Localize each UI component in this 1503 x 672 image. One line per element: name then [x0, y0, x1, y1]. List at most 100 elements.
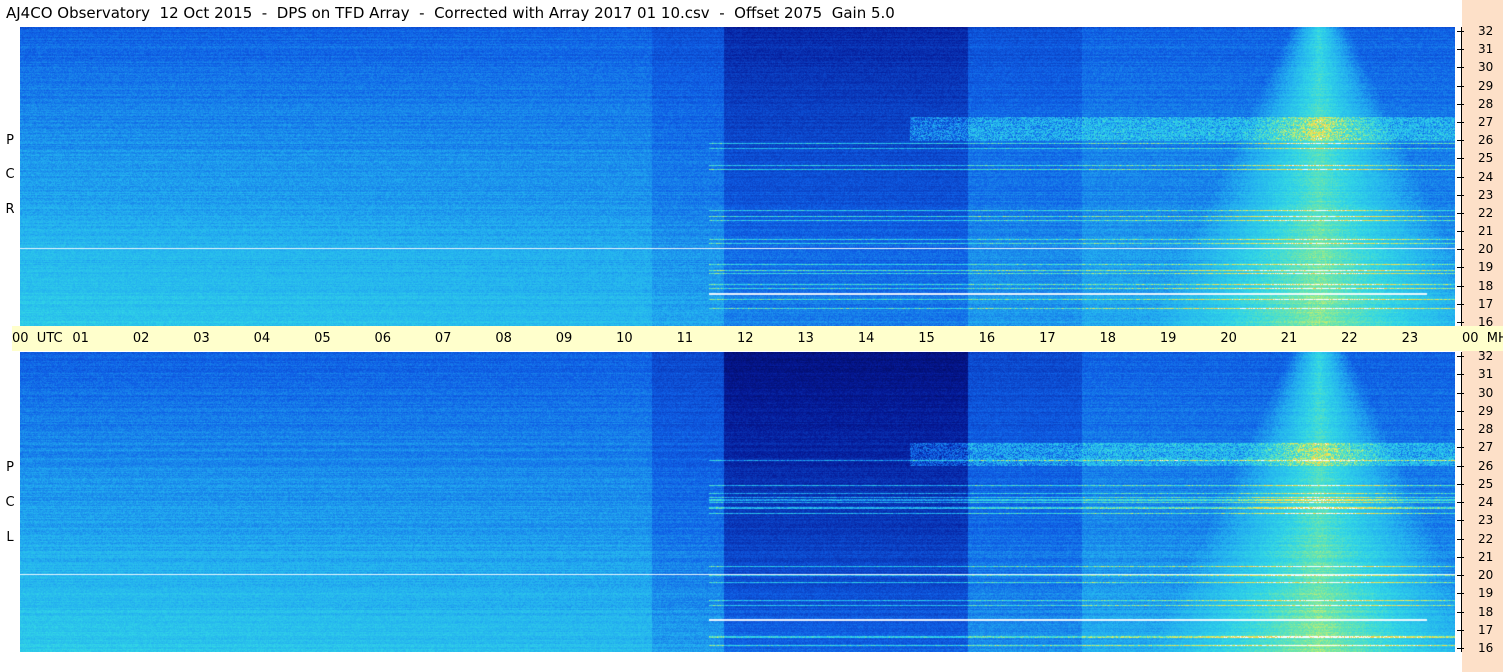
time-tick-label: 01 — [72, 331, 89, 346]
rcp-spectrogram — [20, 27, 1455, 326]
rcp-freq-tick — [1457, 267, 1464, 268]
time-tick-label: 12 — [737, 331, 754, 346]
lcp-freq-tick — [1457, 447, 1464, 448]
rcp-freq-tick — [1457, 177, 1464, 178]
time-tick-label: 06 — [374, 331, 392, 346]
time-tick-label: 23 — [1401, 331, 1419, 346]
lcp-freq-tick — [1457, 575, 1464, 576]
lcp-freq-label: 19 — [1478, 586, 1494, 600]
lcp-freq-tick — [1457, 648, 1464, 649]
lcp-freq-tick — [1457, 520, 1464, 521]
rcp-freq-tick — [1457, 67, 1464, 68]
rcp-freq-tick — [1457, 286, 1464, 287]
time-tick-label: 19 — [1159, 331, 1177, 346]
time-tick-label: 13 — [797, 331, 814, 346]
time-tick-label: 17 — [1039, 331, 1056, 346]
time-tick-label: 21 — [1280, 331, 1298, 346]
lcp-freq-label: 24 — [1478, 495, 1494, 509]
time-axis: 00 UTC 01 02 03 04 05 06 07 08 09 10 11 12 13 14 15 16 17… — [12, 326, 1503, 351]
lcp-freq-label: 18 — [1478, 605, 1494, 619]
lcp-freq-label: 21 — [1478, 550, 1494, 564]
time-tick-label: 07 — [434, 331, 452, 346]
lcp-letter-3: P — [6, 460, 14, 475]
rcp-freq-tick — [1457, 104, 1464, 105]
rcp-freq-label: 31 — [1478, 42, 1494, 56]
rcp-freq-label: 16 — [1478, 315, 1494, 329]
lcp-freq-label: 23 — [1478, 513, 1494, 527]
rcp-freq-label: 19 — [1478, 260, 1494, 274]
rcp-freq-label: 21 — [1478, 224, 1494, 238]
rcp-freq-label: 24 — [1478, 170, 1494, 184]
time-tick-label: 05 — [314, 331, 331, 346]
rcp-freq-label: 32 — [1478, 24, 1494, 38]
time-tick-label: 15 — [918, 331, 935, 346]
rcp-freq-label: 18 — [1478, 279, 1494, 293]
rcp-freq-tick — [1457, 304, 1464, 305]
lcp-freq-label: 30 — [1478, 386, 1494, 400]
time-tick-label: 09 — [555, 331, 573, 346]
lcp-freq-tick — [1457, 630, 1464, 631]
lcp-freq-label: 27 — [1478, 440, 1494, 454]
time-tick-label: 04 — [253, 331, 271, 346]
rcp-freq-label: 30 — [1478, 60, 1494, 74]
lcp-freq-tick — [1457, 356, 1464, 357]
rcp-freq-label: 28 — [1478, 97, 1494, 111]
chart-title: AJ4CO Observatory 12 Oct 2015 - DPS on T… — [0, 0, 1462, 26]
lcp-letter-2: C — [5, 495, 15, 510]
rcp-label: R C P — [0, 27, 20, 326]
time-tick-label: 18 — [1099, 331, 1117, 346]
rcp-freq-label: 29 — [1478, 79, 1494, 93]
lcp-freq-label: 17 — [1478, 623, 1494, 637]
rcp-freq-label: 20 — [1478, 242, 1494, 256]
lcp-freq-tick — [1457, 557, 1464, 558]
rcp-freq-label: 23 — [1478, 188, 1494, 202]
lcp-letter-1: L — [6, 530, 14, 545]
lcp-freq-tick — [1457, 411, 1464, 412]
time-tick-label: 14 — [857, 331, 875, 346]
rcp-freq-tick — [1457, 249, 1464, 250]
rcp-freq-label: 26 — [1478, 133, 1494, 147]
lcp-freq-tick — [1457, 593, 1464, 594]
time-tick-label: 20 — [1220, 331, 1237, 346]
lcp-label: L C P — [0, 352, 20, 652]
lcp-freq-tick — [1457, 612, 1464, 613]
lcp-freq-tick — [1457, 539, 1464, 540]
time-tick-label: 00 MHz — [1462, 331, 1503, 346]
rcp-freq-label: 17 — [1478, 297, 1494, 311]
rcp-freq-tick — [1457, 195, 1464, 196]
time-tick-label: 22 — [1341, 331, 1358, 346]
rcp-letter-3: P — [6, 133, 14, 148]
rcp-freq-tick — [1457, 122, 1464, 123]
lcp-freq-tick — [1457, 429, 1464, 430]
rcp-freq-tick — [1457, 158, 1464, 159]
lcp-freq-label: 29 — [1478, 404, 1494, 418]
rcp-freq-tick — [1457, 140, 1464, 141]
time-tick-label: 11 — [676, 331, 694, 346]
rcp-freq-tick — [1457, 213, 1464, 214]
time-tick-label: 16 — [978, 331, 996, 346]
rcp-letter-2: C — [5, 167, 15, 182]
rcp-freq-tick — [1457, 86, 1464, 87]
lcp-freq-tick — [1457, 393, 1464, 394]
lcp-freq-tick — [1457, 466, 1464, 467]
lcp-freq-label: 22 — [1478, 532, 1494, 546]
rcp-freq-tick — [1457, 31, 1464, 32]
lcp-freq-label: 32 — [1478, 349, 1494, 363]
lcp-spectrogram — [20, 352, 1455, 652]
rcp-freq-tick — [1457, 322, 1464, 323]
lcp-freq-label: 25 — [1478, 477, 1494, 491]
lcp-freq-label: 31 — [1478, 367, 1494, 381]
lcp-freq-tick — [1457, 374, 1464, 375]
lcp-freq-tick — [1457, 502, 1464, 503]
rcp-freq-label: 25 — [1478, 151, 1494, 165]
rcp-letter-1: R — [5, 202, 15, 217]
lcp-freq-label: 28 — [1478, 422, 1494, 436]
time-tick-label: 03 — [193, 331, 210, 346]
rcp-freq-tick — [1457, 231, 1464, 232]
rcp-freq-label: 22 — [1478, 206, 1494, 220]
lcp-freq-label: 16 — [1478, 641, 1494, 655]
time-tick-label: 00 UTC — [12, 331, 63, 346]
rcp-freq-tick — [1457, 49, 1464, 50]
time-tick-label: 02 — [132, 331, 150, 346]
rcp-freq-label: 27 — [1478, 115, 1494, 129]
